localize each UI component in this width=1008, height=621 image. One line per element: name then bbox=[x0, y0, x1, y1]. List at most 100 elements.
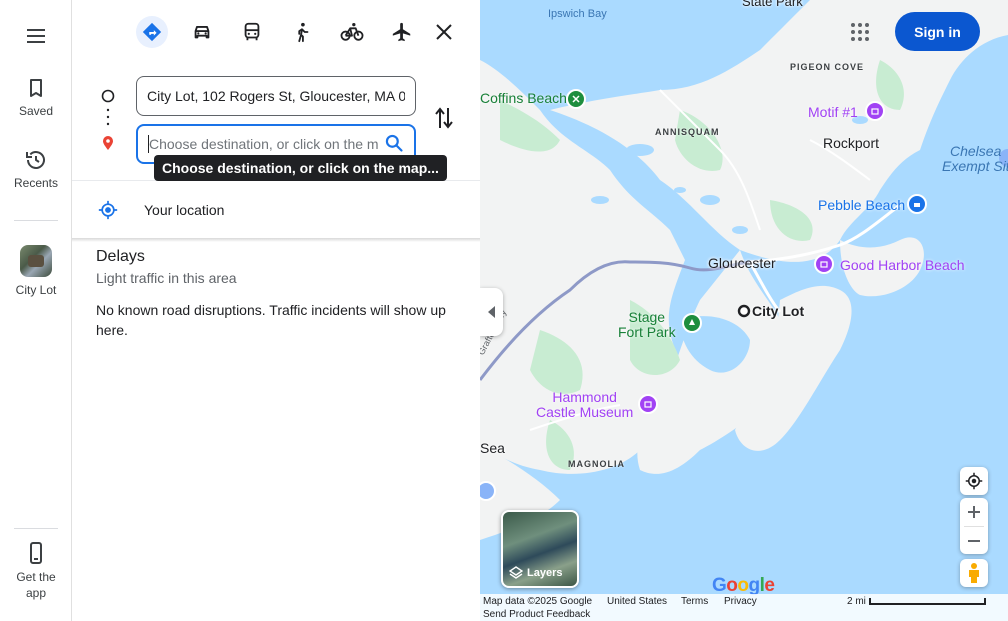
sign-in-button[interactable]: Sign in bbox=[895, 12, 980, 51]
get-app-label-1: Get the bbox=[16, 570, 56, 584]
stage-line-2: Fort Park bbox=[618, 324, 676, 340]
swap-button[interactable] bbox=[434, 106, 454, 130]
crosshair-icon bbox=[965, 472, 983, 490]
scale-label: 2 mi bbox=[847, 596, 866, 607]
menu-icon[interactable] bbox=[24, 24, 48, 48]
zoom-out-button[interactable] bbox=[967, 527, 981, 554]
bicycle-icon bbox=[340, 23, 364, 41]
map-label-good-harbor-beach[interactable]: Good Harbor Beach bbox=[840, 257, 965, 273]
origin-circle-icon bbox=[101, 89, 115, 103]
museum-pin-icon[interactable] bbox=[865, 101, 885, 121]
destination-placeholder: Choose destination, or click on the map.… bbox=[149, 136, 378, 152]
minus-icon bbox=[968, 539, 980, 542]
map-label-chelsea: Chelsea Exempt Site bbox=[942, 143, 1008, 174]
map-label-pebble-beach[interactable]: Pebble Beach bbox=[818, 197, 905, 213]
my-location-button[interactable] bbox=[960, 467, 988, 495]
recent-place-city-lot[interactable]: City Lot bbox=[0, 245, 72, 297]
get-app-button[interactable]: Get the app bbox=[0, 541, 72, 601]
delays-subtitle: Light traffic in this area bbox=[96, 270, 237, 286]
map-label-magnolia: MAGNOLIA bbox=[568, 459, 625, 469]
map-label-city-lot[interactable]: City Lot bbox=[752, 303, 804, 319]
close-icon bbox=[436, 24, 452, 40]
search-button[interactable] bbox=[384, 133, 404, 156]
delays-title: Delays bbox=[96, 248, 145, 265]
map-label-stage-fort-park[interactable]: Stage Fort Park bbox=[618, 310, 676, 340]
map-label-coffins-beach[interactable]: Coffins Beach bbox=[480, 91, 567, 106]
tree-pin-icon[interactable] bbox=[682, 313, 702, 333]
your-location-option[interactable]: Your location bbox=[72, 190, 480, 230]
apps-grid-icon bbox=[851, 23, 869, 41]
saved-button[interactable]: Saved bbox=[0, 76, 72, 118]
stage-line-1: Stage bbox=[628, 309, 666, 325]
collapse-panel-button[interactable] bbox=[480, 288, 503, 336]
rail-divider bbox=[14, 220, 58, 221]
map-label-annisquam: ANNISQUAM bbox=[655, 127, 720, 137]
map-canvas[interactable]: Ipswich Bay State Park PIGEON COVE Coffi… bbox=[480, 0, 1008, 621]
car-icon bbox=[194, 26, 210, 39]
recents-label: Recents bbox=[13, 176, 59, 190]
feedback-link[interactable]: Send Product Feedback bbox=[483, 609, 590, 620]
country-link[interactable]: United States bbox=[607, 596, 667, 607]
mode-cycling-button[interactable] bbox=[336, 14, 368, 50]
hammond-line-1: Hammond bbox=[552, 389, 617, 405]
chelsea-line-2: Exempt Site bbox=[942, 158, 1008, 174]
beach-pin-icon[interactable] bbox=[814, 254, 834, 274]
map-label-sea: Sea bbox=[480, 440, 505, 456]
layers-label: Layers bbox=[509, 566, 562, 580]
saved-label: Saved bbox=[18, 104, 54, 118]
route-icons bbox=[100, 88, 116, 157]
map-label-gloucester: Gloucester bbox=[708, 255, 776, 271]
hammond-line-2: Castle Museum bbox=[536, 404, 634, 420]
swap-icon bbox=[435, 107, 453, 129]
map-label-state-park: State Park bbox=[742, 0, 803, 9]
mode-driving-button[interactable] bbox=[186, 14, 218, 50]
privacy-link[interactable]: Privacy bbox=[724, 596, 757, 607]
bus-icon bbox=[244, 22, 260, 41]
map-label-motif[interactable]: Motif #1 bbox=[808, 104, 858, 120]
bookmark-icon bbox=[30, 79, 42, 97]
chelsea-line-1: Chelsea bbox=[950, 143, 1002, 159]
destination-pin-icon bbox=[103, 136, 113, 150]
scale-bar[interactable] bbox=[869, 598, 986, 605]
mode-flights-button[interactable] bbox=[386, 14, 418, 50]
destination-tooltip: Choose destination, or click on the map.… bbox=[154, 155, 447, 181]
your-location-label: Your location bbox=[144, 202, 225, 218]
origin-input[interactable]: City Lot, 102 Rogers St, Gloucester, MA … bbox=[136, 76, 416, 116]
museum-pin-icon[interactable] bbox=[638, 394, 658, 414]
zoom-in-button[interactable] bbox=[967, 498, 981, 526]
street-view-button[interactable] bbox=[960, 559, 988, 587]
rail-divider bbox=[14, 528, 58, 529]
plus-icon bbox=[968, 506, 980, 518]
mode-transit-button[interactable] bbox=[236, 14, 268, 50]
delays-section: Delays Light traffic in this area No kno… bbox=[96, 248, 456, 340]
mode-walking-button[interactable] bbox=[286, 14, 318, 50]
left-rail: Saved Recents City Lot Get the app bbox=[0, 0, 72, 621]
beach-pin-icon[interactable] bbox=[907, 194, 927, 214]
mode-best-button[interactable] bbox=[136, 16, 168, 48]
recent-place-label: City Lot bbox=[15, 283, 57, 297]
map-footer: Map data ©2025 Google United States Term… bbox=[480, 594, 1008, 621]
divider bbox=[72, 238, 480, 242]
phone-icon bbox=[30, 542, 42, 564]
google-apps-button[interactable] bbox=[848, 20, 872, 44]
chevron-left-icon bbox=[487, 306, 495, 318]
directions-panel: City Lot, 102 Rogers St, Gloucester, MA … bbox=[72, 0, 480, 621]
layers-button[interactable]: Layers bbox=[501, 510, 579, 588]
close-directions-button[interactable] bbox=[432, 20, 456, 44]
zoom-controls bbox=[960, 498, 988, 554]
map-label-rockport: Rockport bbox=[823, 135, 880, 151]
terms-link[interactable]: Terms bbox=[681, 596, 708, 607]
map-label-pigeon-cove: PIGEON COVE bbox=[790, 62, 865, 72]
directions-icon bbox=[142, 22, 162, 42]
pegman-icon bbox=[969, 563, 979, 583]
history-icon bbox=[26, 151, 45, 169]
walking-icon bbox=[298, 22, 309, 43]
park-pin-icon[interactable] bbox=[566, 89, 586, 109]
map-data-credit: Map data ©2025 Google bbox=[483, 596, 593, 607]
layers-icon bbox=[509, 566, 523, 579]
map-label-hammond-castle[interactable]: Hammond Castle Museum bbox=[536, 390, 633, 420]
delays-message: No known road disruptions. Traffic incid… bbox=[96, 302, 446, 338]
get-app-label-2: app bbox=[25, 586, 47, 600]
place-thumbnail bbox=[20, 245, 52, 277]
recents-button[interactable]: Recents bbox=[0, 148, 72, 190]
